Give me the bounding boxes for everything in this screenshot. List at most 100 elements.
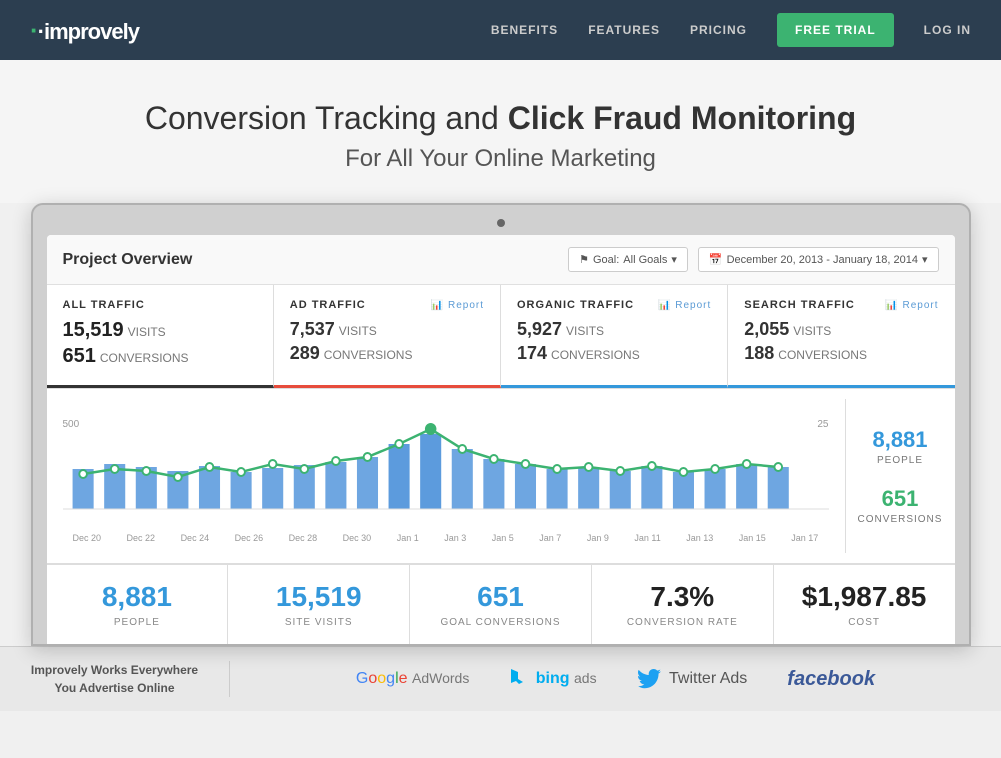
goal-conversions-cell: 651 GOAL CONVERSIONS (410, 565, 592, 644)
all-conversions-stat: 651CONVERSIONS (63, 345, 257, 368)
ad-conversions-stat: 289CONVERSIONS (290, 343, 484, 364)
goal-selector[interactable]: ⚑ Goal: All Goals ▾ (568, 247, 688, 272)
chevron-down-icon-2: ▾ (922, 253, 928, 266)
side-conversions-label: CONVERSIONS (858, 514, 943, 525)
x-axis-labels: Dec 20 Dec 22 Dec 24 Dec 26 Dec 28 Dec 3… (63, 529, 829, 543)
organic-traffic-label: ORGANIC TRAFFIC 📊 Report (517, 299, 711, 311)
y-axis-left-label: 500 (63, 419, 80, 430)
organic-visits-stat: 5,927VISITS (517, 319, 711, 340)
nav-benefits[interactable]: BENEFITS (491, 23, 558, 37)
chart-main: 500 25 (47, 399, 845, 553)
site-visits-num: 15,519 (244, 581, 393, 613)
nav-links: BENEFITS FEATURES PRICING FREE TRIAL LOG… (491, 13, 971, 47)
ad-report-link[interactable]: 📊 Report (431, 300, 484, 311)
bing-text: bing (536, 670, 570, 687)
tagline-line2: You Advertise Online (30, 679, 199, 697)
dashboard: Project Overview ⚑ Goal: All Goals ▾ 📅 D… (47, 235, 955, 644)
x-label-8: Jan 5 (492, 533, 514, 543)
search-traffic-cell: SEARCH TRAFFIC 📊 Report 2,055VISITS 188C… (728, 285, 954, 388)
chart-area: 500 25 (47, 389, 955, 564)
dashboard-controls: ⚑ Goal: All Goals ▾ 📅 December 20, 2013 … (568, 247, 938, 272)
side-conversions-stat: 651 CONVERSIONS (858, 486, 943, 525)
organic-traffic-cell: ORGANIC TRAFFIC 📊 Report 5,927VISITS 174… (501, 285, 728, 388)
laptop-camera (497, 219, 505, 227)
side-people-stat: 8,881 PEOPLE (872, 427, 927, 466)
x-label-10: Jan 9 (587, 533, 609, 543)
site-visits-label: SITE VISITS (244, 617, 393, 628)
bing-ads-text: ads (574, 670, 597, 686)
login-link[interactable]: LOG IN (924, 23, 971, 37)
x-label-12: Jan 13 (686, 533, 713, 543)
footer-tagline: Improvely Works Everywhere You Advertise… (30, 661, 230, 697)
date-range-selector[interactable]: 📅 December 20, 2013 - January 18, 2014 ▾ (698, 247, 939, 272)
goal-label: Goal: (593, 254, 619, 266)
partner-logos: Google AdWords bing ads Twitter Ads face… (260, 668, 971, 691)
ad-traffic-label: AD TRAFFIC 📊 Report (290, 299, 484, 311)
all-traffic-label: ALL TRAFFIC (63, 299, 257, 311)
nav-pricing[interactable]: PRICING (690, 23, 747, 37)
hero-section: Conversion Tracking and Click Fraud Moni… (0, 60, 1001, 203)
side-people-label: PEOPLE (872, 455, 927, 466)
people-label: PEOPLE (63, 617, 212, 628)
x-label-0: Dec 20 (73, 533, 102, 543)
people-cell: 8,881 PEOPLE (47, 565, 229, 644)
google-adwords-logo: Google AdWords (356, 670, 469, 688)
x-label-2: Dec 24 (181, 533, 210, 543)
x-label-5: Dec 30 (343, 533, 372, 543)
search-conversions-stat: 188CONVERSIONS (744, 343, 938, 364)
traffic-stats-row: ALL TRAFFIC 15,519VISITS 651CONVERSIONS … (47, 285, 955, 389)
y-axis-right-label: 25 (817, 419, 828, 430)
organic-report-link[interactable]: 📊 Report (658, 300, 711, 311)
bing-icon (509, 669, 527, 689)
conversion-rate-num: 7.3% (608, 581, 757, 613)
search-traffic-label: SEARCH TRAFFIC 📊 Report (744, 299, 938, 311)
ad-traffic-cell: AD TRAFFIC 📊 Report 7,537VISITS 289CONVE… (274, 285, 501, 388)
cost-num: $1,987.85 (790, 581, 939, 613)
x-label-4: Dec 28 (289, 533, 318, 543)
headline-normal: Conversion Tracking and (145, 100, 508, 136)
goal-conversions-num: 651 (426, 581, 575, 613)
navigation: ··improvely BENEFITS FEATURES PRICING FR… (0, 0, 1001, 60)
flag-icon: ⚑ (579, 253, 589, 266)
x-label-7: Jan 3 (444, 533, 466, 543)
site-visits-cell: 15,519 SITE VISITS (228, 565, 410, 644)
people-num: 8,881 (63, 581, 212, 613)
x-label-6: Jan 1 (397, 533, 419, 543)
bottom-stats-row: 8,881 PEOPLE 15,519 SITE VISITS 651 GOAL… (47, 564, 955, 644)
facebook-logo: facebook (787, 668, 875, 691)
conversion-rate-label: CONVERSION RATE (608, 617, 757, 628)
cost-label: COST (790, 617, 939, 628)
free-trial-button[interactable]: FREE TRIAL (777, 13, 894, 47)
chevron-down-icon: ▾ (671, 253, 677, 266)
x-label-1: Dec 22 (127, 533, 156, 543)
conversion-rate-cell: 7.3% CONVERSION RATE (592, 565, 774, 644)
x-label-14: Jan 17 (791, 533, 818, 543)
organic-conversions-stat: 174CONVERSIONS (517, 343, 711, 364)
laptop-wrapper: Project Overview ⚑ Goal: All Goals ▾ 📅 D… (0, 203, 1001, 646)
x-label-11: Jan 11 (634, 533, 660, 543)
hero-subheadline: For All Your Online Marketing (20, 145, 981, 173)
tagline-line1: Improvely Works Everywhere (30, 661, 199, 679)
footer-bar: Improvely Works Everywhere You Advertise… (0, 646, 1001, 711)
twitter-ads-logo: Twitter Ads (637, 669, 748, 689)
nav-features[interactable]: FEATURES (588, 23, 660, 37)
side-conversions-num: 651 (858, 486, 943, 512)
all-traffic-cell: ALL TRAFFIC 15,519VISITS 651CONVERSIONS (47, 285, 274, 388)
calendar-icon: 📅 (709, 253, 723, 266)
laptop-mockup: Project Overview ⚑ Goal: All Goals ▾ 📅 D… (31, 203, 971, 646)
facebook-text: facebook (787, 668, 875, 690)
dashboard-header: Project Overview ⚑ Goal: All Goals ▾ 📅 D… (47, 235, 955, 285)
x-label-9: Jan 7 (539, 533, 561, 543)
goal-value: All Goals (623, 254, 667, 266)
ad-visits-stat: 7,537VISITS (290, 319, 484, 340)
cost-cell: $1,987.85 COST (774, 565, 955, 644)
dashboard-title: Project Overview (63, 251, 193, 269)
chart-side-stats: 8,881 PEOPLE 651 CONVERSIONS (845, 399, 955, 553)
headline-bold: Click Fraud Monitoring (508, 100, 856, 136)
twitter-ads-text: Twitter Ads (669, 670, 747, 687)
x-label-13: Jan 15 (739, 533, 766, 543)
bar-line-chart (63, 409, 829, 524)
search-report-link[interactable]: 📊 Report (885, 300, 938, 311)
x-label-3: Dec 26 (235, 533, 264, 543)
search-visits-stat: 2,055VISITS (744, 319, 938, 340)
